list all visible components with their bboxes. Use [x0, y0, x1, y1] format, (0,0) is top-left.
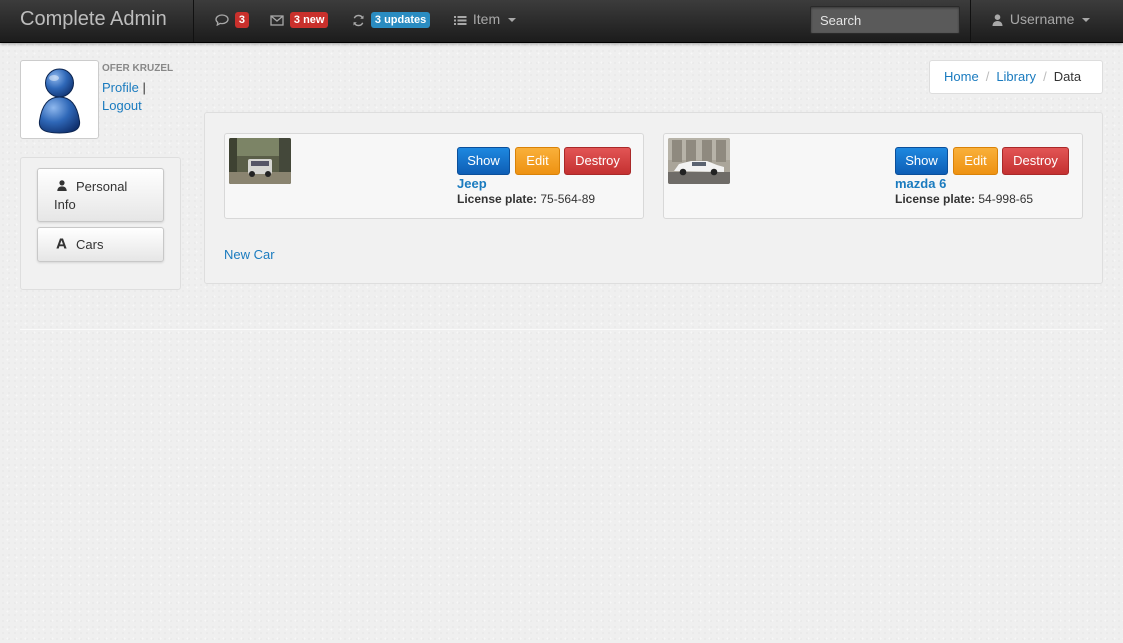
avatar-person-icon: [38, 68, 81, 134]
breadcrumb-current: Data: [1053, 69, 1082, 84]
brand-title[interactable]: Complete Admin: [0, 0, 194, 42]
car-thumbnail[interactable]: [668, 138, 730, 184]
profile-link[interactable]: Profile: [102, 80, 139, 95]
mail-badge: 3 new: [289, 12, 329, 29]
envelope-icon: [270, 11, 288, 27]
car-license-plate: License plate: 75-564-89: [457, 192, 595, 206]
license-plate-label: License plate:: [457, 192, 538, 206]
show-button[interactable]: Show: [457, 147, 510, 175]
car-thumbnail[interactable]: [229, 138, 291, 184]
updates-badge: 3 updates: [370, 12, 431, 29]
destroy-button[interactable]: Destroy: [564, 147, 631, 175]
new-car-link[interactable]: New Car: [224, 247, 275, 262]
sidebar-item-personal-info[interactable]: Personal Info: [37, 168, 164, 222]
license-plate-value: 75-564-89: [540, 192, 596, 206]
license-plate-value: 54-998-65: [978, 192, 1034, 206]
sidebar-item-label: Personal: [76, 179, 128, 194]
updates-nav[interactable]: 3 updates: [352, 0, 431, 42]
sidebar: Personal Info Cars: [20, 157, 181, 290]
item-dropdown[interactable]: Item: [454, 0, 517, 42]
top-navbar: Complete Admin 3 3 new 3 updates Item Us…: [0, 0, 1123, 43]
chevron-down-icon: [1082, 18, 1091, 23]
chevron-down-icon: [508, 18, 517, 23]
car-card: Show Edit Destroy mazda 6 License plate:…: [663, 133, 1083, 219]
destroy-button[interactable]: Destroy: [1002, 147, 1069, 175]
profile-links: Profile | Logout: [102, 79, 146, 115]
profile-name: OFER KRUZEL: [102, 63, 174, 74]
edit-button[interactable]: Edit: [953, 147, 998, 175]
profile-separator: |: [142, 80, 146, 95]
breadcrumb-separator: /: [985, 69, 990, 84]
divider: [20, 329, 1103, 330]
item-label: Item: [472, 11, 501, 27]
license-plate-label: License plate:: [895, 192, 976, 206]
sidebar-item-cars[interactable]: Cars: [37, 227, 164, 262]
breadcrumb-separator: /: [1043, 69, 1047, 84]
messages-badge: 3: [234, 12, 250, 29]
comment-icon: [215, 11, 233, 27]
navbar-divider: [970, 0, 971, 42]
search-input[interactable]: [810, 6, 960, 34]
messages-nav[interactable]: 3: [215, 0, 250, 42]
edit-button[interactable]: Edit: [515, 147, 560, 175]
font-icon: [56, 236, 76, 254]
mail-nav[interactable]: 3 new: [270, 0, 329, 42]
cars-panel: Show Edit Destroy Jeep License plate: 75…: [204, 112, 1103, 284]
breadcrumb-library[interactable]: Library: [996, 69, 1036, 84]
list-icon: [454, 11, 471, 27]
car-license-plate: License plate: 54-998-65: [895, 192, 1033, 206]
user-icon: [992, 11, 1007, 27]
breadcrumb-home[interactable]: Home: [944, 69, 979, 84]
avatar: [20, 60, 99, 139]
sidebar-item-label: Info: [54, 197, 76, 212]
car-card: Show Edit Destroy Jeep License plate: 75…: [224, 133, 644, 219]
car-name-link[interactable]: Jeep: [457, 176, 487, 191]
car-name-link[interactable]: mazda 6: [895, 176, 946, 191]
username-label: Username: [1009, 11, 1075, 27]
sidebar-item-label: Cars: [76, 237, 104, 252]
show-button[interactable]: Show: [895, 147, 948, 175]
user-icon: [54, 178, 76, 196]
user-dropdown[interactable]: Username: [992, 0, 1091, 42]
logout-link[interactable]: Logout: [102, 98, 142, 113]
breadcrumb: Home / Library / Data: [929, 60, 1103, 94]
refresh-icon: [352, 11, 369, 27]
